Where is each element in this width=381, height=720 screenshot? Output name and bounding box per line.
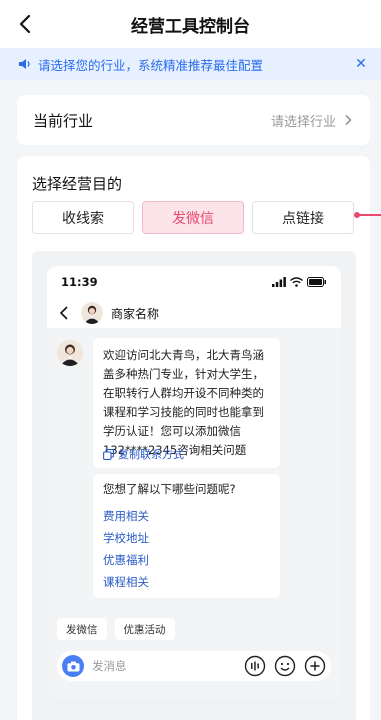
option-wechat[interactable]: 发微信 xyxy=(142,201,244,234)
welcome-text: 欢迎访问北大青鸟，北大青鸟涵盖多种热门专业，针对大学生，在职转行人群均开设不同种… xyxy=(103,348,264,457)
battery-icon xyxy=(307,277,326,287)
copy-contact-button[interactable]: 复制联系方式 xyxy=(103,446,184,462)
message-area: 欢迎访问北大青鸟，北大青鸟涵盖多种热门专业，针对大学生，在职转行人群均开设不同种… xyxy=(47,328,341,698)
option-link[interactable]: 点链接 xyxy=(252,201,354,234)
copy-icon xyxy=(103,448,114,460)
status-time: 11:39 xyxy=(61,275,98,289)
faq-link-address[interactable]: 学校地址 xyxy=(103,528,270,549)
purpose-title: 选择经营目的 xyxy=(32,175,123,193)
faq-link-fees[interactable]: 费用相关 xyxy=(103,506,270,527)
merchant-avatar xyxy=(57,340,83,366)
faq-link-courses[interactable]: 课程相关 xyxy=(103,572,270,593)
voice-icon[interactable] xyxy=(244,655,266,677)
close-icon[interactable]: ✕ xyxy=(353,56,369,72)
wifi-icon xyxy=(290,277,303,287)
connector-line xyxy=(357,214,381,216)
status-bar: 11:39 xyxy=(47,266,341,298)
connector-dot xyxy=(354,212,360,218)
chevron-right-icon xyxy=(345,115,352,125)
chat-header: 商家名称 xyxy=(47,298,341,328)
signal-icon xyxy=(272,277,286,287)
preview-panel: 11:39 商家名称 欢迎访问北大青鸟，北大青鸟涵盖多种热门专业，针对大学生，在… xyxy=(32,251,356,720)
notice-bar: 请选择您的行业，系统精准推荐最佳配置 ✕ xyxy=(0,48,381,80)
top-nav: 经营工具控制台 xyxy=(0,0,381,48)
option-leads[interactable]: 收线索 xyxy=(32,201,134,234)
industry-selector[interactable]: 当前行业 请选择行业 xyxy=(17,95,370,145)
phone-preview: 11:39 商家名称 欢迎访问北大青鸟，北大青鸟涵盖多种热门专业，针对大学生，在… xyxy=(47,266,341,698)
faq-question: 您想了解以下哪些问题呢? xyxy=(103,482,236,496)
emoji-icon[interactable] xyxy=(274,655,296,677)
camera-icon[interactable] xyxy=(62,655,84,677)
copy-contact-label: 复制联系方式 xyxy=(118,448,184,461)
welcome-message: 欢迎访问北大青鸟，北大青鸟涵盖多种热门专业，针对大学生，在职转行人群均开设不同种… xyxy=(93,338,280,468)
chip-wechat[interactable]: 发微信 xyxy=(57,618,107,640)
purpose-card: 选择经营目的 收线索 发微信 点链接 11:39 商家名称 欢迎访问北大青鸟，北… xyxy=(17,156,370,720)
message-input[interactable]: 发消息 xyxy=(92,658,236,674)
notice-text: 请选择您的行业，系统精准推荐最佳配置 xyxy=(38,57,264,73)
faq-link-offers[interactable]: 优惠福利 xyxy=(103,550,270,571)
purpose-options: 收线索 发微信 点链接 xyxy=(32,201,370,237)
faq-message: 您想了解以下哪些问题呢? 费用相关 学校地址 优惠福利 课程相关 xyxy=(93,474,280,598)
industry-label: 当前行业 xyxy=(33,111,94,130)
merchant-name: 商家名称 xyxy=(111,306,160,321)
back-arrow-icon[interactable] xyxy=(14,12,38,36)
back-arrow-icon[interactable] xyxy=(59,306,69,320)
industry-placeholder: 请选择行业 xyxy=(270,114,336,130)
message-input-bar: 发消息 xyxy=(57,651,331,681)
page-title: 经营工具控制台 xyxy=(131,16,250,37)
quick-chips: 发微信 优惠活动 xyxy=(57,618,175,640)
plus-icon[interactable] xyxy=(304,655,326,677)
speaker-icon xyxy=(19,59,30,69)
chip-promotions[interactable]: 优惠活动 xyxy=(114,618,175,640)
merchant-avatar xyxy=(81,302,103,324)
